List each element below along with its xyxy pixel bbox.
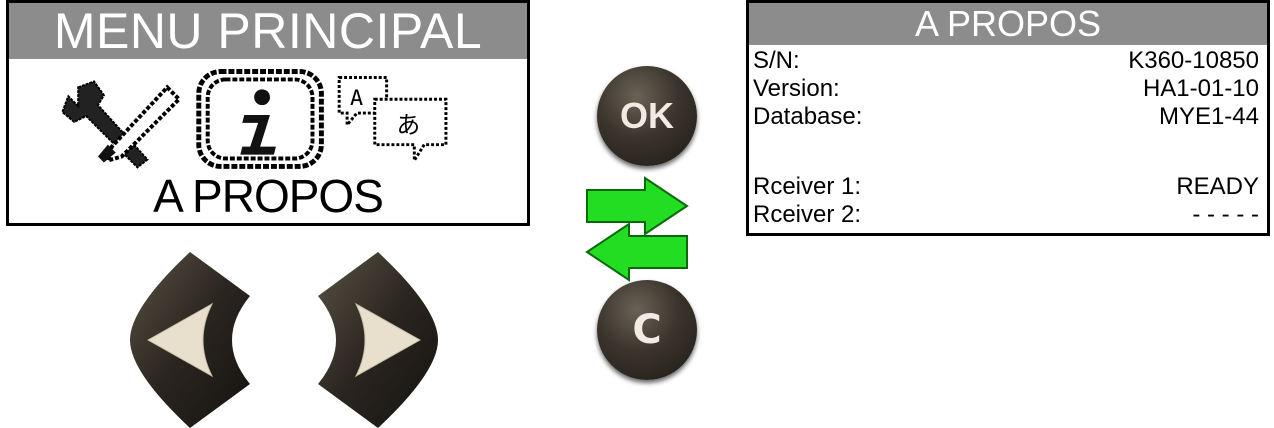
menu-title: MENU PRINCIPAL <box>9 3 527 59</box>
menu-icons: A あ <box>61 69 448 169</box>
selected-menu-label: A PROPOS <box>153 170 384 222</box>
info-icon[interactable] <box>196 69 324 169</box>
menu-screen: MENU PRINCIPAL A あ A PROPOS <box>6 0 530 226</box>
svg-text:あ: あ <box>397 111 421 139</box>
ok-button[interactable]: OK <box>597 66 697 166</box>
svg-text:A: A <box>350 86 363 111</box>
info-title: A PROPOS <box>749 3 1267 45</box>
info-row-database: Database: MYE1-44 <box>753 103 1259 131</box>
left-arrow-button[interactable] <box>130 252 250 428</box>
info-row-receiver-1: Rceiver 1: READY <box>753 173 1259 201</box>
cancel-button[interactable]: C <box>597 280 697 380</box>
info-screen: A PROPOS S/N: K360-10850 Version: HA1-01… <box>746 0 1270 236</box>
info-label: Database: <box>753 103 863 130</box>
right-arrow-button[interactable] <box>318 252 438 428</box>
info-value: - - - - - <box>1192 201 1259 228</box>
info-label: Rceiver 1: <box>753 173 862 200</box>
info-row-receiver-2: Rceiver 2: - - - - - <box>753 201 1259 229</box>
info-value: HA1-01-10 <box>1142 75 1259 102</box>
arrow-left-icon <box>585 222 688 282</box>
info-value: MYE1-44 <box>1158 103 1259 130</box>
language-icon[interactable]: A あ <box>337 75 448 166</box>
info-row-version: Version: HA1-01-10 <box>753 75 1259 103</box>
info-value: READY <box>1176 173 1259 200</box>
settings-tools-icon[interactable] <box>61 80 182 169</box>
info-row-serial: S/N: K360-10850 <box>753 47 1259 75</box>
info-label: S/N: <box>753 47 800 74</box>
info-value: K360-10850 <box>1128 47 1259 74</box>
info-label: Version: <box>753 75 840 102</box>
info-label: Rceiver 2: <box>753 201 862 228</box>
